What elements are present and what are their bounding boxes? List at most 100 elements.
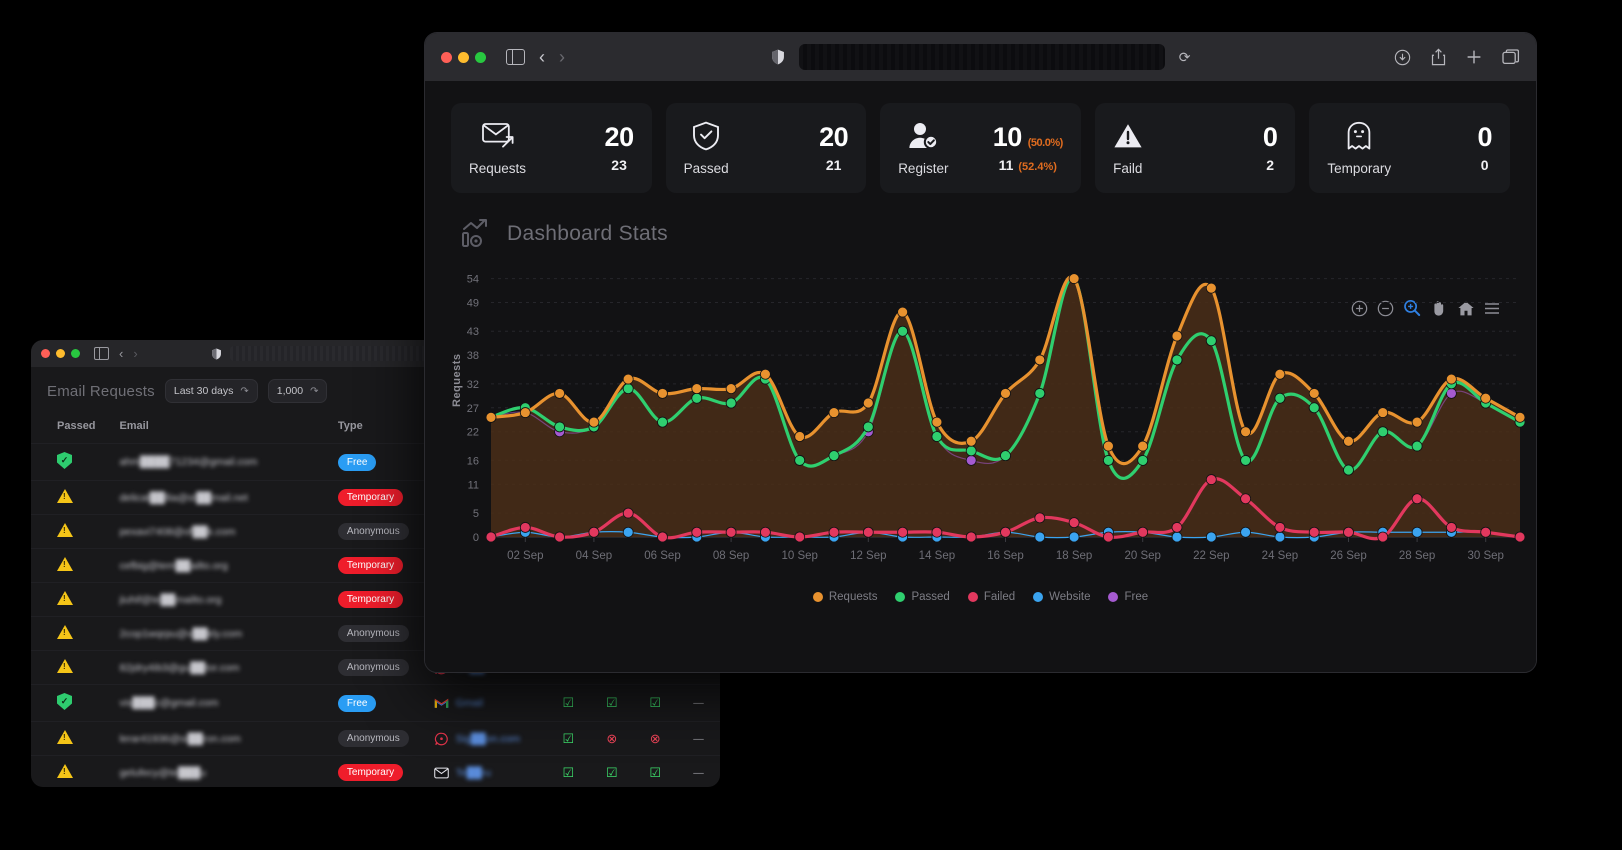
legend-label: Requests bbox=[828, 591, 878, 603]
cell-passed bbox=[31, 650, 114, 685]
stat-card-faild[interactable]: Faild 0 2 bbox=[1094, 103, 1296, 193]
y-tick-label: 16 bbox=[467, 455, 479, 467]
legend-color-dot bbox=[967, 592, 978, 602]
cell-passed bbox=[31, 480, 114, 515]
row-limit-filter[interactable]: 1,000 ↷ bbox=[267, 379, 328, 403]
stat-card-passed[interactable]: Passed 20 21 bbox=[665, 103, 867, 193]
column-type[interactable]: Type bbox=[332, 413, 428, 444]
cell-passed bbox=[31, 755, 114, 787]
cell-type: Free bbox=[331, 684, 428, 722]
cell-email[interactable]: 2cop1wqrpu@v██kly.com bbox=[113, 616, 332, 651]
cell-email[interactable]: gelufecy@te███u bbox=[113, 755, 332, 787]
cell-email[interactable]: cefbig@tem██ailto.org bbox=[113, 548, 332, 583]
sidebar-icon[interactable] bbox=[94, 347, 109, 360]
reload-icon[interactable]: ⟳ bbox=[1179, 49, 1191, 66]
chart-area[interactable]: Requests 0 5 11 16 22 27 32 38 43 49 54 02 Sep 04 Se… bbox=[425, 257, 1536, 587]
stat-card-register[interactable]: Register 10 (50.0%) 11 (52.4%) bbox=[880, 103, 1081, 193]
tabs-icon[interactable] bbox=[1502, 49, 1520, 65]
download-icon[interactable] bbox=[1394, 49, 1411, 66]
chevron-left-icon[interactable]: ‹ bbox=[539, 48, 545, 66]
close-button[interactable] bbox=[41, 349, 50, 358]
x-tick-label: 18 Sep bbox=[1056, 550, 1092, 562]
plus-icon[interactable] bbox=[1466, 49, 1482, 65]
chevron-left-icon[interactable]: ‹ bbox=[119, 347, 123, 360]
cell-email[interactable]: 82jdry4ib3@gu██tor.com bbox=[113, 650, 332, 685]
minimize-button[interactable] bbox=[56, 349, 65, 358]
stat-card-temporary[interactable]: Temporary 0 0 bbox=[1309, 103, 1510, 193]
cell-passed bbox=[31, 684, 114, 722]
x-tick-label: 26 Sep bbox=[1330, 550, 1366, 562]
legend-item-passed[interactable]: Passed bbox=[895, 591, 950, 603]
stat-subvalue: 21 bbox=[825, 156, 842, 173]
dashboard-window[interactable]: ‹ › ⟳ Requests 20 23 Passed 20 21 Register 10 (5… bbox=[424, 32, 1537, 673]
table-row[interactable]: vis███c@gmail.comFreeGmail☑☑☑— bbox=[31, 684, 720, 722]
window-traffic-lights[interactable] bbox=[441, 51, 486, 63]
cell-check-1: ☑ bbox=[546, 755, 591, 787]
cell-passed bbox=[31, 616, 114, 651]
shield-check-icon bbox=[57, 452, 72, 469]
cell-provider[interactable]: Sig██on.com bbox=[427, 721, 547, 756]
legend-color-dot bbox=[895, 592, 906, 602]
cell-email[interactable]: lerar41936@si██ron.com bbox=[113, 721, 332, 756]
cell-email[interactable]: pexavi7408@of██k.com bbox=[113, 514, 332, 549]
status-badge: Anonymous bbox=[337, 523, 409, 540]
maximize-button[interactable] bbox=[71, 349, 80, 358]
maximize-button[interactable] bbox=[475, 51, 486, 63]
warning-icon bbox=[57, 591, 73, 605]
chevron-right-icon[interactable]: › bbox=[133, 347, 137, 360]
cell-provider[interactable]: Gmail bbox=[427, 684, 547, 722]
legend-item-free[interactable]: Free bbox=[1108, 591, 1148, 603]
stat-card-requests[interactable]: Requests 20 23 bbox=[451, 103, 652, 193]
line-chart[interactable]: 0 5 11 16 22 27 32 38 43 49 54 02 Sep 04 Sep 06 Sep 08… bbox=[425, 257, 1536, 587]
date-range-filter[interactable]: Last 30 days ↷ bbox=[164, 379, 258, 403]
legend-item-failed[interactable]: Failed bbox=[967, 591, 1015, 603]
x-tick-label: 22 Sep bbox=[1193, 550, 1229, 562]
x-tick-label: 16 Sep bbox=[987, 550, 1023, 562]
y-axis-label: Requests bbox=[451, 353, 463, 407]
dashboard-content: Requests 20 23 Passed 20 21 Register 10 (50.0%) 1… bbox=[425, 81, 1536, 672]
window-traffic-lights[interactable] bbox=[41, 349, 80, 358]
mail-send-icon bbox=[481, 122, 514, 147]
status-badge: Temporary bbox=[337, 764, 404, 781]
stat-label: Register bbox=[898, 160, 949, 176]
close-button[interactable] bbox=[441, 51, 452, 63]
legend-label: Free bbox=[1124, 591, 1149, 603]
cell-email[interactable]: delicat██llia@st██mail.net bbox=[113, 480, 332, 515]
stat-label: Temporary bbox=[1327, 160, 1392, 176]
x-tick-label: 10 Sep bbox=[781, 550, 817, 562]
cell-passed bbox=[31, 514, 114, 549]
gmail-icon bbox=[434, 698, 448, 708]
cell-check-4: — bbox=[676, 684, 720, 722]
cell-email[interactable]: jiuhif@te██mailto.org bbox=[113, 582, 332, 617]
cell-check-3: ☑ bbox=[633, 755, 677, 787]
column-passed[interactable]: Passed bbox=[31, 413, 113, 444]
shield-check-icon bbox=[693, 121, 720, 150]
url-text[interactable] bbox=[798, 44, 1165, 70]
minimize-button[interactable] bbox=[458, 51, 469, 63]
cell-email[interactable]: ahm████71234@gmail.com bbox=[113, 443, 332, 481]
table-row[interactable]: gelufecy@te███uTemporaryTe██ru☑☑☑— bbox=[31, 755, 720, 787]
legend-item-requests[interactable]: Requests bbox=[812, 591, 878, 603]
cell-type: Temporary bbox=[331, 582, 428, 617]
warning-icon bbox=[57, 625, 73, 639]
cell-email[interactable]: vis███c@gmail.com bbox=[113, 684, 332, 722]
screen: ‹ › Email Requests Last 30 days ↷ 1,000 … bbox=[0, 0, 1622, 850]
cell-check-4: — bbox=[676, 755, 720, 787]
shield-check-icon bbox=[692, 121, 720, 151]
column-email[interactable]: Email bbox=[113, 413, 331, 444]
cell-type: Anonymous bbox=[331, 721, 428, 756]
legend-item-website[interactable]: Website bbox=[1033, 591, 1090, 603]
cell-type: Temporary bbox=[331, 548, 428, 583]
y-tick-label: 11 bbox=[468, 479, 479, 491]
table-row[interactable]: lerar41936@si██ron.com Anonymous Sig██on.c… bbox=[31, 721, 720, 756]
chevron-right-icon[interactable]: › bbox=[559, 48, 565, 66]
chart-legend[interactable]: Requests Passed Failed Website Free bbox=[425, 591, 1536, 603]
shield-icon bbox=[211, 348, 221, 359]
stat-subvalue: 11 (52.4%) bbox=[998, 156, 1057, 173]
sidebar-icon[interactable] bbox=[506, 49, 525, 65]
cell-provider[interactable]: Te██ru bbox=[427, 755, 547, 787]
share-icon[interactable] bbox=[1431, 48, 1446, 66]
cell-passed bbox=[31, 721, 114, 756]
legend-color-dot bbox=[1033, 592, 1044, 602]
address-bar[interactable]: ⟳ bbox=[771, 44, 1191, 70]
